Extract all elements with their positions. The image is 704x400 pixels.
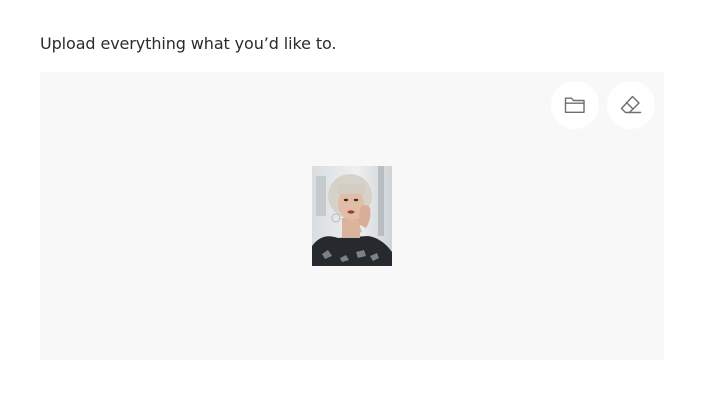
upload-page: Upload everything what you’d like to. bbox=[0, 0, 704, 400]
folder-icon bbox=[564, 96, 586, 114]
photo-illustration bbox=[312, 166, 392, 266]
upload-dropzone[interactable] bbox=[40, 72, 664, 360]
upload-prompt: Upload everything what you’d like to. bbox=[40, 34, 337, 53]
clear-button[interactable] bbox=[607, 81, 655, 129]
eraser-icon bbox=[619, 94, 643, 116]
uploaded-image-thumbnail[interactable] bbox=[312, 166, 392, 266]
open-folder-button[interactable] bbox=[551, 81, 599, 129]
